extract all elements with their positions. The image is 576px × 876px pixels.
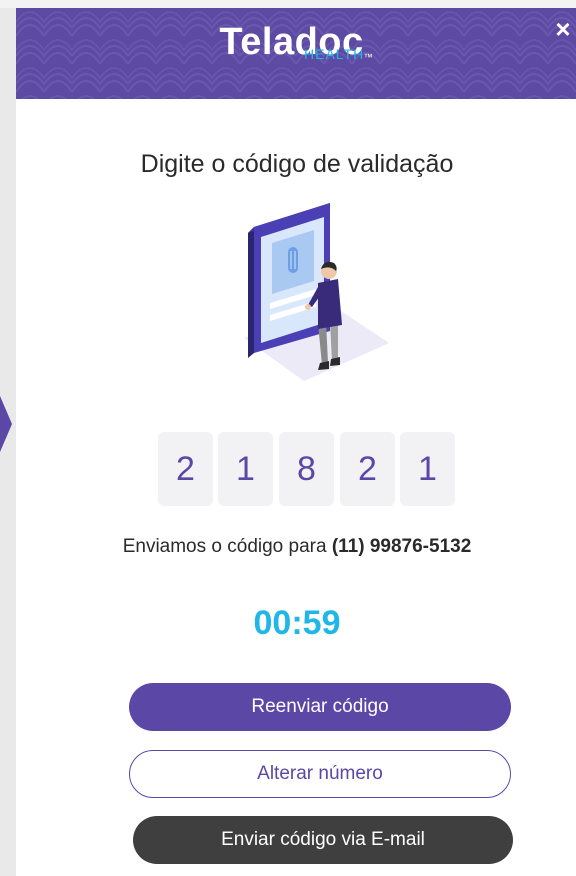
modal-header: Teladoc™ HEALTH × — [16, 8, 576, 99]
code-digit-box[interactable]: 1 — [218, 432, 273, 506]
sent-message: Enviamos o código para (11) 99876-5132 — [16, 536, 576, 558]
validation-modal: Teladoc™ HEALTH × Digite o código de val… — [16, 8, 576, 876]
close-icon[interactable]: × — [552, 16, 574, 42]
resend-code-button[interactable]: Reenviar código — [129, 683, 511, 731]
logo-health: HEALTH — [304, 46, 365, 62]
code-digit-box[interactable]: 2 — [158, 432, 213, 506]
send-email-button[interactable]: Enviar código via E-mail — [133, 816, 513, 864]
page-title: Digite o código de validação — [140, 150, 454, 178]
countdown-timer: 00:59 — [253, 604, 341, 642]
code-digit-box[interactable]: 1 — [400, 432, 455, 506]
background-arrow-icon — [0, 396, 12, 452]
background-top-strip — [0, 0, 576, 8]
phone-number: (11) 99876-5132 — [331, 536, 472, 557]
code-digit-box[interactable]: 8 — [279, 432, 334, 506]
logo-trademark: ™ — [363, 52, 373, 62]
code-digit-box[interactable]: 2 — [340, 432, 395, 506]
sent-message-prefix: Enviamos o código para — [122, 536, 332, 557]
change-number-button[interactable]: Alterar número — [129, 750, 511, 798]
phone-verification-illustration-icon — [244, 203, 389, 381]
teladoc-logo: Teladoc™ — [16, 22, 576, 62]
